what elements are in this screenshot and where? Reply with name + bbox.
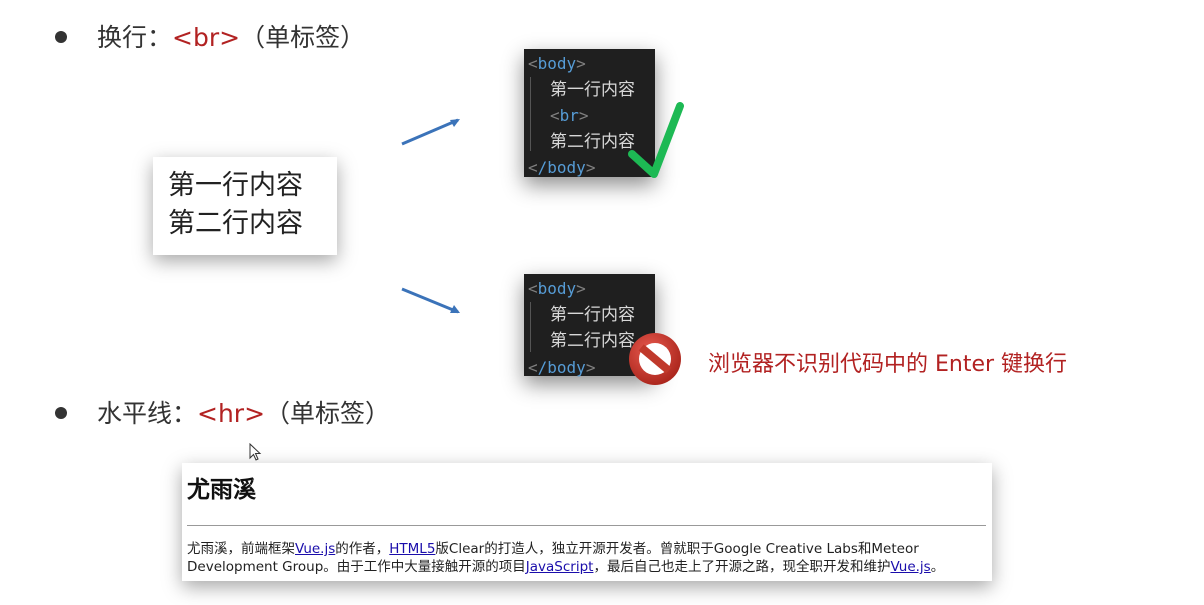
- code-bad-close-tag: /body: [537, 357, 586, 377]
- warning-text: 浏览器不识别代码中的 Enter 键换行: [708, 352, 1068, 377]
- br-heading: 换行：<br>（单标签）: [55, 20, 365, 56]
- arrow-up-icon: [401, 118, 460, 146]
- br-heading-label: 换行：: [97, 23, 173, 52]
- prohibited-icon: [629, 333, 681, 385]
- para-text-1: 尤雨溪，前端框架: [187, 541, 295, 557]
- link-vuejs[interactable]: Vue.js: [295, 541, 335, 557]
- arrow-down-icon: [401, 287, 460, 314]
- hr-heading-label: 水平线：: [97, 399, 198, 428]
- code-open-tag: body: [537, 54, 577, 73]
- bullet-icon: [55, 31, 67, 43]
- para-text-2: 的作者，: [335, 541, 390, 557]
- render-line-1: 第一行内容: [168, 170, 303, 201]
- hr-heading: 水平线：<hr>（单标签）: [55, 396, 390, 432]
- code-line-1: 第一行内容: [550, 79, 635, 100]
- code-line-2: 第二行内容: [550, 131, 635, 152]
- link-javascript[interactable]: JavaScript: [526, 559, 594, 575]
- hr-heading-tag: <hr>: [197, 399, 266, 428]
- hr-example-paragraph: 尤雨溪，前端框架Vue.js的作者，HTML5版Clear的打造人，独立开源开发…: [187, 540, 986, 576]
- code-bad-open-tag: body: [537, 279, 577, 298]
- link-vuejs-2[interactable]: Vue.js: [890, 559, 930, 575]
- render-line-2: 第二行内容: [168, 208, 303, 239]
- hr-example-title: 尤雨溪: [187, 477, 256, 503]
- render-example: 第一行内容 第二行内容: [153, 157, 337, 255]
- code-close-tag: /body: [537, 158, 586, 177]
- cursor-icon: [249, 443, 262, 461]
- horizontal-rule: [187, 525, 986, 526]
- code-bad-line-2: 第二行内容: [550, 331, 635, 351]
- br-heading-note: （单标签）: [240, 23, 366, 52]
- para-text-5: 。: [930, 559, 945, 575]
- hr-heading-note: （单标签）: [265, 399, 391, 428]
- bullet-icon: [55, 407, 67, 419]
- check-icon: [628, 102, 684, 178]
- hr-example: 尤雨溪 尤雨溪，前端框架Vue.js的作者，HTML5版Clear的打造人，独立…: [182, 463, 992, 581]
- code-br-tag: br: [559, 106, 579, 125]
- para-text-4: ，最后自己也走上了开源之路，现全职开发和维护: [593, 559, 891, 575]
- link-html5[interactable]: HTML5: [389, 541, 435, 557]
- br-heading-tag: <br>: [172, 23, 241, 52]
- code-bad-line-1: 第一行内容: [550, 304, 635, 325]
